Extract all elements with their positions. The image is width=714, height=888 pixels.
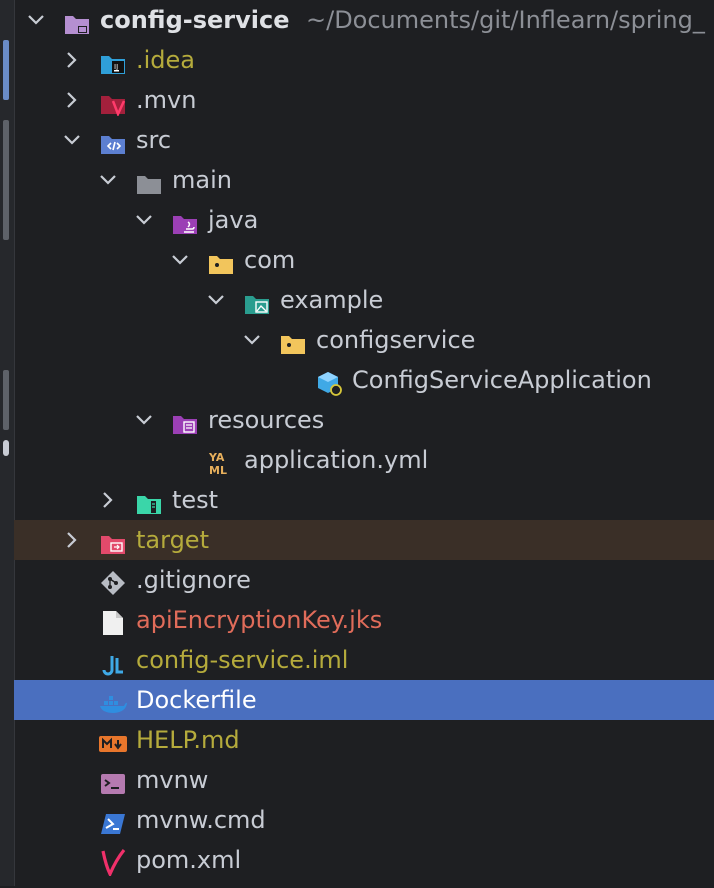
strip-marker (3, 120, 9, 240)
module-folder-icon (64, 8, 90, 34)
tree-row-configservice[interactable]: configservice (14, 320, 714, 360)
git-icon (100, 568, 126, 595)
tree-row-api-encryption-key[interactable]: apiEncryptionKey.jks (14, 600, 714, 640)
tree-label: .idea (136, 46, 196, 74)
intellij-module-icon (100, 648, 126, 676)
tree-row-resources[interactable]: resources (14, 400, 714, 440)
chevron-down-icon[interactable] (240, 320, 264, 360)
chevron-down-icon[interactable] (24, 0, 48, 40)
shell-script-icon (100, 768, 126, 794)
tree-row-com[interactable]: com (14, 240, 714, 280)
tree-label: main (172, 166, 232, 194)
folder-icon (136, 168, 162, 194)
tree-row-help-md[interactable]: HELP.md (14, 720, 714, 760)
package-image-icon (244, 288, 270, 314)
tree-label: config-service (100, 6, 290, 34)
tree-row-test[interactable]: test (14, 480, 714, 520)
maven-pom-icon (100, 848, 126, 878)
resources-root-icon (172, 408, 198, 434)
tree-row-example[interactable]: example (14, 280, 714, 320)
tree-label: com (244, 246, 296, 274)
tree-label: mvnw.cmd (136, 806, 266, 834)
package-icon (280, 328, 306, 354)
tree-label: src (136, 126, 172, 154)
project-tree[interactable]: config-service ~/Documents/git/Inflearn/… (14, 0, 714, 880)
tree-row-gitignore[interactable]: .gitignore (14, 560, 714, 600)
tree-row-idea[interactable]: IJ .idea (14, 40, 714, 80)
chevron-down-icon[interactable] (132, 400, 156, 440)
tree-row-mvnw[interactable]: mvnw (14, 760, 714, 800)
strip-marker (3, 40, 9, 100)
spring-boot-class-icon (316, 368, 342, 396)
tool-window-strip (0, 0, 15, 886)
tree-row-application-yml[interactable]: YA ML application.yml (14, 440, 714, 480)
tree-label: java (208, 206, 259, 234)
tree-row-java[interactable]: java (14, 200, 714, 240)
strip-marker (3, 370, 9, 430)
tree-label: Dockerfile (136, 686, 257, 714)
maven-folder-icon (100, 88, 126, 118)
tree-label: configservice (316, 326, 476, 354)
file-icon (102, 608, 128, 635)
tree-label: .mvn (136, 86, 197, 114)
tree-row-src[interactable]: src (14, 120, 714, 160)
excluded-folder-icon (100, 528, 126, 554)
tree-label: target (136, 526, 209, 554)
tree-label: HELP.md (136, 726, 240, 754)
tree-label: config-service.iml (136, 646, 349, 674)
svg-text:IJ: IJ (114, 63, 118, 71)
tree-row-config-service-application[interactable]: ConfigServiceApplication (14, 360, 714, 400)
tree-label: mvnw (136, 766, 209, 794)
tree-label: pom.xml (136, 846, 242, 874)
svg-text:ML: ML (209, 464, 227, 476)
tree-label: apiEncryptionKey.jks (136, 606, 383, 634)
tree-row-mvnw-cmd[interactable]: mvnw.cmd (14, 800, 714, 840)
chevron-down-icon[interactable] (96, 160, 120, 200)
chevron-right-icon[interactable] (96, 480, 120, 520)
tree-row-dockerfile[interactable]: Dockerfile (14, 680, 714, 720)
tree-label: application.yml (244, 446, 429, 474)
tree-label: example (280, 286, 384, 314)
project-path: ~/Documents/git/Inflearn/spring_ (306, 6, 705, 34)
test-folder-icon (136, 488, 162, 514)
tree-label: resources (208, 406, 325, 434)
tree-row-config-service[interactable]: config-service ~/Documents/git/Inflearn/… (14, 0, 714, 40)
chevron-right-icon[interactable] (60, 80, 84, 120)
tree-label: .gitignore (136, 566, 251, 594)
svg-text:YA: YA (208, 451, 225, 464)
package-icon (208, 248, 234, 274)
chevron-down-icon[interactable] (132, 200, 156, 240)
chevron-down-icon[interactable] (60, 120, 84, 160)
chevron-right-icon[interactable] (60, 40, 84, 80)
source-folder-icon (100, 128, 126, 154)
strip-marker (3, 440, 9, 456)
tree-row-mvn[interactable]: .mvn (14, 80, 714, 120)
powershell-icon (100, 808, 126, 834)
yaml-icon: YA ML (208, 448, 234, 477)
tree-label: ConfigServiceApplication (352, 366, 652, 394)
tree-row-target[interactable]: target (14, 520, 714, 560)
tree-row-config-service-iml[interactable]: config-service.iml (14, 640, 714, 680)
tree-label: test (172, 486, 219, 514)
docker-icon (98, 688, 127, 713)
tree-row-main[interactable]: main (14, 160, 714, 200)
chevron-right-icon[interactable] (60, 520, 84, 560)
java-source-root-icon (172, 208, 198, 234)
tree-row-pom-xml[interactable]: pom.xml (14, 840, 714, 880)
chevron-down-icon[interactable] (204, 280, 228, 320)
chevron-down-icon[interactable] (168, 240, 192, 280)
idea-folder-icon: IJ (100, 48, 126, 74)
markdown-icon (98, 728, 127, 752)
